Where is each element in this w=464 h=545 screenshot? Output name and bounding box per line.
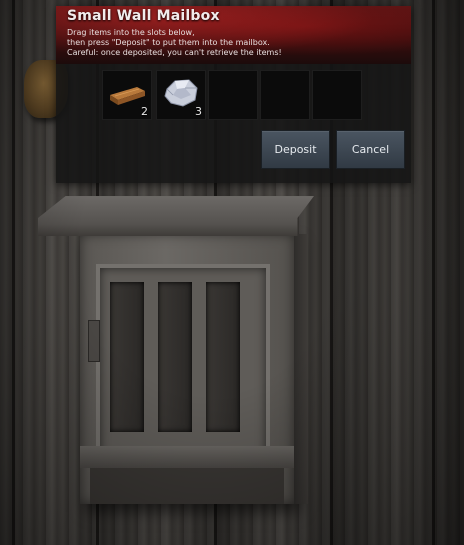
item-slot-5[interactable] xyxy=(312,70,362,120)
dialog-instructions: Drag items into the slots below, then pr… xyxy=(67,28,407,58)
item-slot-1[interactable]: 2 xyxy=(102,70,152,120)
item-slot-4[interactable] xyxy=(260,70,310,120)
item-slot-3[interactable] xyxy=(208,70,258,120)
dialog-header: Small Wall Mailbox Drag items into the s… xyxy=(56,6,411,64)
mailbox-dialog: Small Wall Mailbox Drag items into the s… xyxy=(56,6,411,183)
item-count: 3 xyxy=(195,105,202,118)
item-slot-2[interactable]: 3 xyxy=(156,70,206,120)
deposit-button[interactable]: Deposit xyxy=(261,130,330,169)
instruction-line: then press "Deposit" to put them into th… xyxy=(67,38,270,47)
dialog-title: Small Wall Mailbox xyxy=(67,8,220,24)
instruction-line: Careful: once deposited, you can't retri… xyxy=(67,48,282,57)
instruction-line: Drag items into the slots below, xyxy=(67,28,195,37)
item-count: 2 xyxy=(141,105,148,118)
cancel-button[interactable]: Cancel xyxy=(336,130,405,169)
